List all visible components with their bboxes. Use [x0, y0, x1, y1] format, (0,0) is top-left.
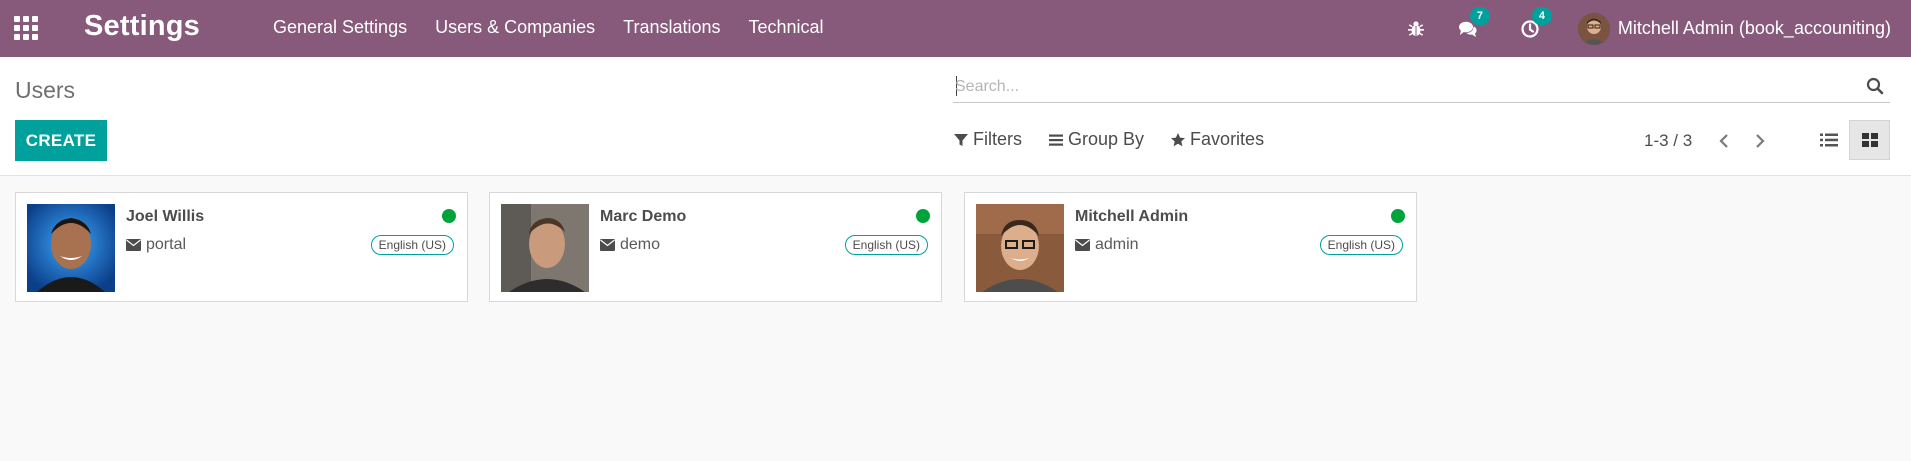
- user-login: portal: [126, 236, 186, 254]
- user-menu[interactable]: Mitchell Admin (book_accouniting): [1577, 12, 1891, 45]
- top-navbar: Settings General Settings Users & Compan…: [0, 0, 1911, 57]
- presence-status-icon: [1391, 209, 1405, 223]
- control-panel: Users CREATE Filters Group By Favorites …: [0, 57, 1911, 176]
- pager: 1-3 / 3: [1644, 129, 1786, 153]
- envelope-icon: [126, 239, 141, 251]
- apps-grid-icon[interactable]: [14, 16, 40, 40]
- chevron-right-icon[interactable]: [1750, 129, 1770, 153]
- group-by-label: Group By: [1068, 129, 1145, 149]
- filters-button[interactable]: Filters: [953, 129, 1022, 150]
- main-menu: General Settings Users & Companies Trans…: [273, 17, 852, 38]
- user-card[interactable]: Marc Demo demo English (US): [489, 192, 942, 302]
- user-avatar: [1577, 12, 1610, 45]
- app-title[interactable]: Settings: [84, 10, 200, 43]
- menu-technical[interactable]: Technical: [749, 17, 824, 38]
- systray: 7 4 Mitchell Admin (book_accouniting): [1404, 0, 1911, 57]
- envelope-icon: [1075, 239, 1090, 251]
- comments-icon[interactable]: 7: [1456, 6, 1490, 41]
- menu-general-settings[interactable]: General Settings: [273, 17, 407, 38]
- pager-value[interactable]: 1-3 / 3: [1644, 131, 1692, 151]
- user-login-value: portal: [146, 236, 187, 253]
- bars-icon: [1049, 134, 1063, 146]
- presence-status-icon: [442, 209, 456, 223]
- star-icon: [1171, 132, 1186, 146]
- search-input[interactable]: [955, 75, 1835, 99]
- favorites-button[interactable]: Favorites: [1170, 129, 1264, 150]
- kanban-view: Joel Willis portal English (US) Marc Dem…: [0, 177, 1911, 461]
- language-tag: English (US): [1319, 235, 1403, 255]
- user-photo: [501, 204, 589, 292]
- search-icon[interactable]: [1866, 77, 1884, 95]
- list-view-icon[interactable]: [1808, 120, 1849, 160]
- clock-icon[interactable]: 4: [1518, 6, 1552, 41]
- favorites-label: Favorites: [1190, 129, 1265, 149]
- language-tag: English (US): [370, 235, 454, 255]
- user-name: Mitchell Admin: [1075, 208, 1189, 225]
- user-login: admin: [1075, 236, 1139, 254]
- breadcrumb: Users: [15, 77, 76, 103]
- filters-label: Filters: [973, 129, 1022, 149]
- user-login-value: admin: [1095, 236, 1139, 253]
- menu-translations[interactable]: Translations: [623, 17, 720, 38]
- bug-icon[interactable]: [1404, 17, 1428, 41]
- user-login: demo: [600, 236, 660, 254]
- messages-badge: 7: [1469, 6, 1490, 25]
- activities-badge: 4: [1531, 6, 1552, 25]
- group-by-button[interactable]: Group By: [1048, 129, 1144, 150]
- view-switcher: [1808, 120, 1890, 160]
- envelope-icon: [600, 239, 615, 251]
- user-name: Marc Demo: [600, 208, 687, 225]
- kanban-view-icon[interactable]: [1849, 120, 1890, 160]
- create-button[interactable]: CREATE: [15, 120, 107, 161]
- menu-users-companies[interactable]: Users & Companies: [435, 17, 595, 38]
- user-login-value: demo: [620, 236, 661, 253]
- language-tag: English (US): [844, 235, 928, 255]
- chevron-left-icon[interactable]: [1714, 129, 1734, 153]
- presence-status-icon: [916, 209, 930, 223]
- search-options: Filters Group By Favorites: [953, 129, 1290, 150]
- user-name: Joel Willis: [126, 208, 205, 225]
- user-photo: [976, 204, 1064, 292]
- user-photo: [27, 204, 115, 292]
- search-bar: [953, 71, 1890, 103]
- filter-icon: [954, 133, 968, 146]
- user-card[interactable]: Mitchell Admin admin English (US): [964, 192, 1417, 302]
- user-card[interactable]: Joel Willis portal English (US): [15, 192, 468, 302]
- user-name: Mitchell Admin (book_accouniting): [1617, 18, 1891, 38]
